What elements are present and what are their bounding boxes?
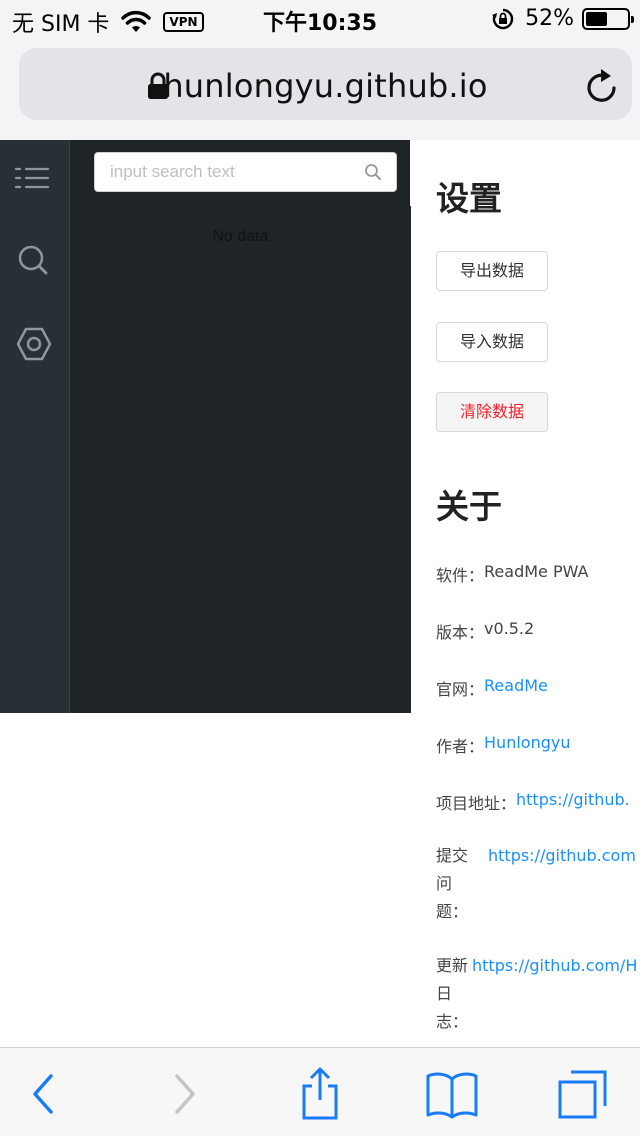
site-label: 官网：	[436, 680, 485, 699]
software-label: 软件：	[436, 566, 485, 585]
site-link[interactable]: ReadMe	[484, 676, 548, 700]
share-button[interactable]	[292, 1066, 348, 1122]
empty-state-text: No data	[212, 228, 269, 245]
search-drawer: No data	[70, 140, 411, 713]
about-title: 关于	[436, 487, 502, 526]
about-version-row: 版本： v0.5.2	[436, 619, 534, 643]
author-label: 作者：	[436, 737, 485, 756]
search-box	[94, 152, 397, 192]
search-icon[interactable]	[14, 240, 54, 280]
browser-toolbar	[0, 1047, 640, 1136]
project-label: 项目地址：	[436, 794, 517, 813]
changelog-link[interactable]: https://github.com/H	[472, 952, 637, 1036]
settings-hexagon-icon[interactable]	[14, 324, 54, 364]
chevron-right-icon	[175, 1074, 195, 1114]
software-value: ReadMe PWA	[484, 562, 589, 581]
share-icon	[302, 1067, 338, 1120]
battery-level	[586, 11, 607, 26]
about-issue-row: 提交问题： https://github.com	[436, 842, 636, 926]
about-project-row: 项目地址： https://github.	[436, 790, 630, 814]
project-link[interactable]: https://github.	[516, 790, 630, 814]
status-left: 无 SIM 卡 VPN	[12, 6, 204, 38]
list-icon[interactable]	[14, 158, 54, 198]
book-icon	[426, 1072, 478, 1119]
about-changelog-row: 更新日志： https://github.com/H	[436, 952, 637, 1036]
carrier-label: 无 SIM 卡	[12, 12, 110, 37]
author-link[interactable]: Hunlongyu	[484, 733, 570, 757]
about-software-row: 软件： ReadMe PWA	[436, 562, 589, 586]
about-site-row: 官网： ReadMe	[436, 676, 548, 700]
sidebar-rail	[0, 140, 70, 713]
changelog-label: 更新日志：	[436, 956, 469, 1031]
about-author-row: 作者： Hunlongyu	[436, 733, 570, 757]
tabs-button[interactable]	[555, 1066, 611, 1122]
bookmarks-button[interactable]	[424, 1066, 480, 1122]
export-data-button[interactable]: 导出数据	[436, 251, 548, 291]
import-data-button[interactable]: 导入数据	[436, 322, 548, 362]
status-bar: 无 SIM 卡 VPN 下午10:35 52%	[0, 0, 640, 40]
back-button[interactable]	[16, 1066, 72, 1122]
search-submit-icon[interactable]	[364, 163, 382, 181]
version-label: 版本：	[436, 623, 485, 642]
settings-page: 设置 导出数据 导入数据 清除数据 关于 软件： ReadMe PWA 版本： …	[416, 140, 640, 1047]
issue-label: 提交问题：	[436, 846, 469, 921]
url-text: hunlongyu.github.io	[163, 67, 488, 105]
wifi-icon	[121, 10, 152, 32]
search-input[interactable]	[96, 154, 356, 190]
battery-icon	[582, 7, 634, 30]
tabs-icon	[558, 1070, 607, 1119]
vpn-badge: VPN	[163, 12, 204, 32]
version-value: v0.5.2	[484, 619, 535, 638]
forward-button[interactable]	[156, 1066, 212, 1122]
browser-address-bar: hunlongyu.github.io	[0, 40, 640, 140]
chevron-left-icon	[33, 1074, 53, 1114]
settings-title: 设置	[436, 179, 502, 218]
clear-data-button[interactable]: 清除数据	[436, 392, 548, 432]
status-right: 52%	[491, 6, 634, 31]
battery-percent: 52%	[525, 6, 574, 31]
issue-link[interactable]: https://github.com	[488, 842, 636, 926]
rotation-lock-icon	[492, 8, 514, 29]
reload-icon[interactable]	[584, 66, 620, 104]
url-field[interactable]: hunlongyu.github.io	[19, 48, 632, 120]
